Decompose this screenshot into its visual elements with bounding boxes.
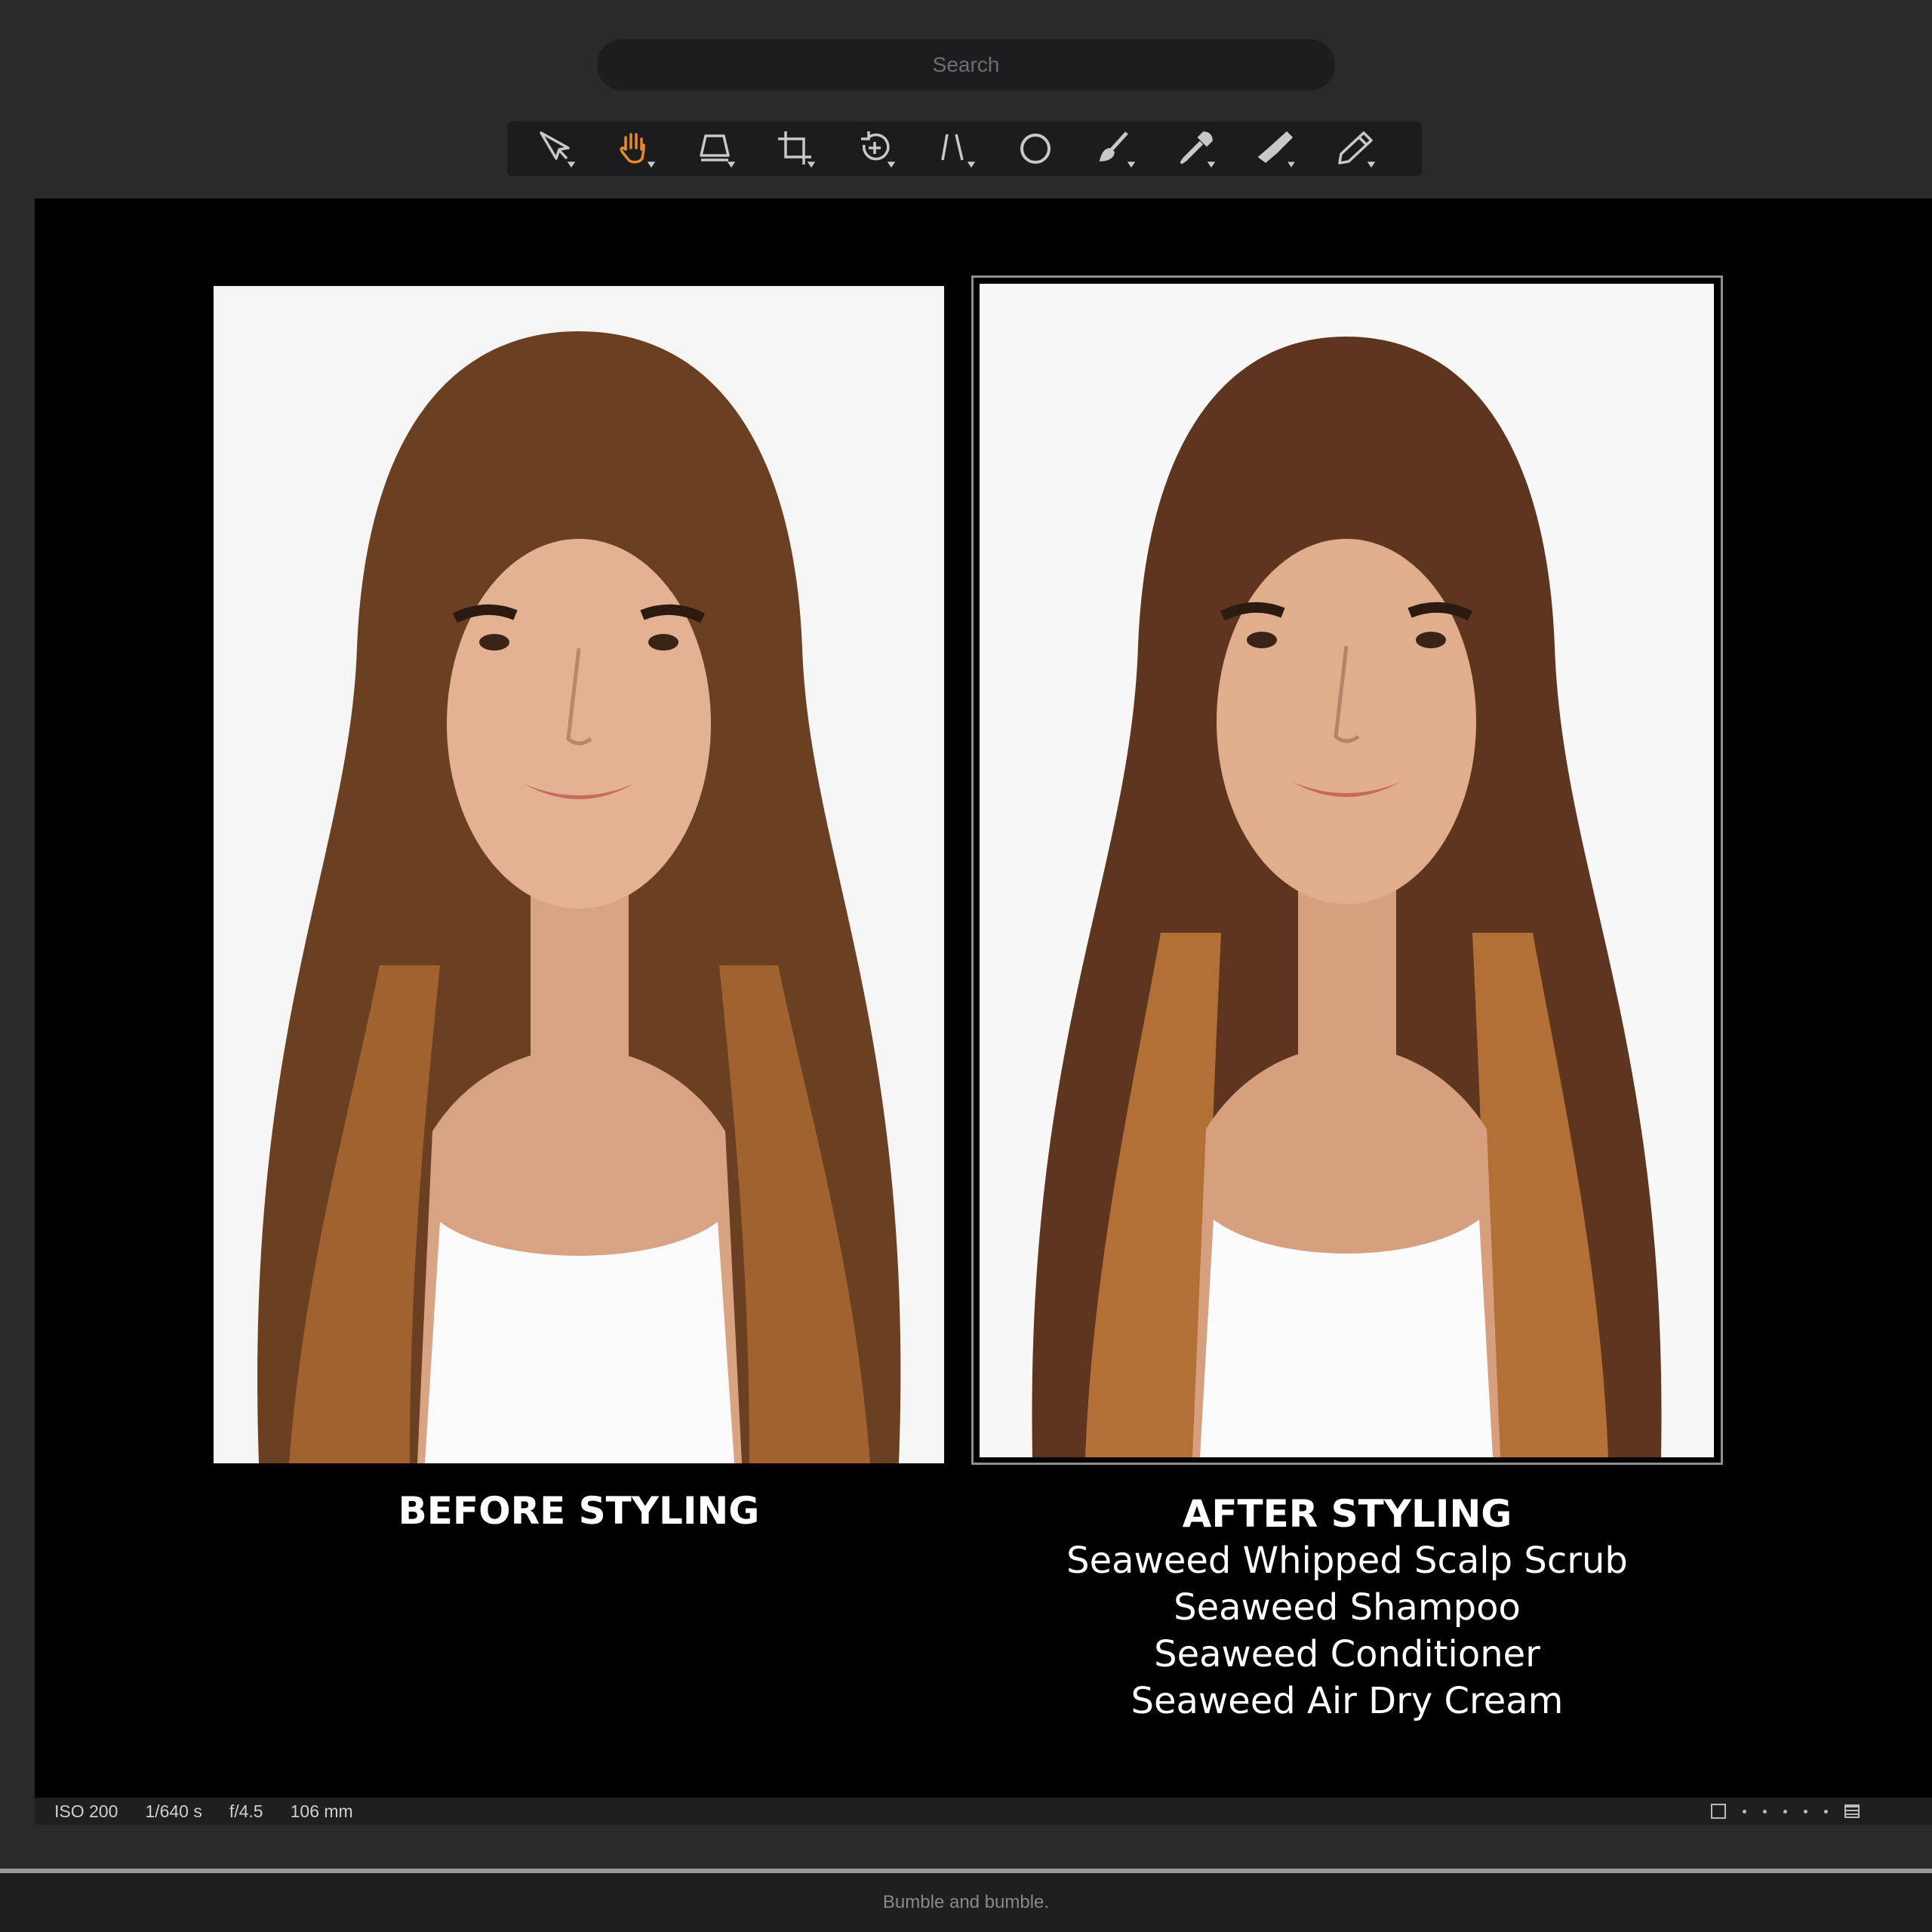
after-photo[interactable] xyxy=(980,284,1714,1457)
after-caption-heading: AFTER STYLING xyxy=(1182,1492,1512,1536)
brush-tool-button[interactable] xyxy=(1085,126,1146,171)
dot-icon[interactable] xyxy=(1824,1809,1828,1814)
rotate-icon xyxy=(861,131,896,168)
product-line: Seaweed Shampoo xyxy=(1174,1586,1521,1629)
circle-icon xyxy=(1020,134,1051,164)
status-bar: ISO 200 1/640 s f/4.5 106 mm xyxy=(35,1798,1932,1825)
search-placeholder: Search xyxy=(932,53,1000,76)
eyedropper-tool-button[interactable] xyxy=(1165,126,1226,171)
dot-icon[interactable] xyxy=(1743,1809,1746,1814)
pencil-icon xyxy=(1338,131,1376,168)
dot-icon[interactable] xyxy=(1783,1809,1787,1814)
aperture-value: f/4.5 xyxy=(229,1801,263,1821)
iso-value: ISO 200 xyxy=(54,1801,118,1821)
perspective-icon xyxy=(700,134,736,168)
select-tool-button[interactable] xyxy=(525,126,586,171)
hand-pan-icon xyxy=(620,133,656,168)
clone-stamp-icon xyxy=(1257,131,1295,168)
single-view-icon[interactable] xyxy=(1711,1804,1726,1819)
hand-tool-button[interactable] xyxy=(605,126,666,171)
tool-palette xyxy=(507,122,1422,176)
stamp-tool-button[interactable] xyxy=(1245,126,1306,171)
footer: Bumble and bumble. xyxy=(0,1873,1932,1932)
view-controls xyxy=(1711,1798,1860,1825)
dot-icon[interactable] xyxy=(1763,1809,1767,1814)
pencil-tool-button[interactable] xyxy=(1325,126,1386,171)
perspective-tool-button[interactable] xyxy=(685,126,746,171)
crop-icon xyxy=(778,131,816,168)
product-line: Seaweed Air Dry Cream xyxy=(1131,1680,1564,1722)
image-canvas[interactable]: BEFORE STYLING AFTER STYLING Seaweed Whi… xyxy=(35,198,1932,1798)
product-line: Seaweed Conditioner xyxy=(1154,1633,1540,1675)
straighten-tool-button[interactable] xyxy=(925,126,986,171)
portrait-image xyxy=(980,284,1714,1457)
select-arrow-icon xyxy=(540,131,576,168)
before-photo[interactable] xyxy=(214,286,944,1463)
list-view-icon[interactable] xyxy=(1844,1804,1860,1818)
brand-text: Bumble and bumble. xyxy=(882,1892,1050,1912)
eyedropper-icon xyxy=(1180,131,1216,168)
circle-tool-button[interactable] xyxy=(1005,126,1066,171)
focal-length-value: 106 mm xyxy=(290,1801,353,1821)
product-line: Seaweed Whipped Scalp Scrub xyxy=(1066,1540,1628,1582)
search-bar[interactable]: Search xyxy=(597,39,1335,91)
dot-icon[interactable] xyxy=(1804,1809,1807,1814)
shutter-value: 1/640 s xyxy=(145,1801,202,1821)
before-caption: BEFORE STYLING xyxy=(398,1489,760,1533)
brush-icon xyxy=(1099,131,1136,168)
straighten-icon xyxy=(941,134,976,168)
after-caption: AFTER STYLING Seaweed Whipped Scalp Scru… xyxy=(971,1491,1723,1724)
rotate-tool-button[interactable] xyxy=(845,126,906,171)
crop-tool-button[interactable] xyxy=(765,126,826,171)
portrait-image xyxy=(214,286,944,1463)
